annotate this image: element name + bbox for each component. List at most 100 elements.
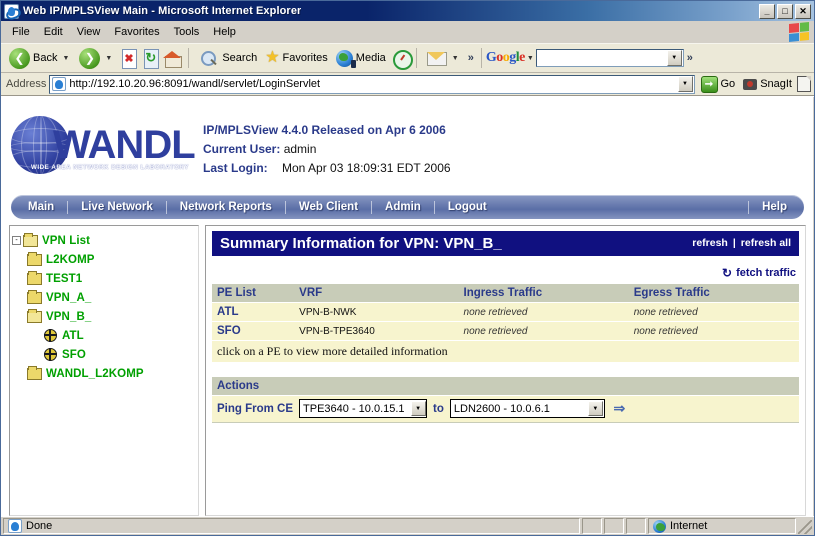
nav-item-logout[interactable]: Logout (435, 201, 500, 213)
forward-dropdown-icon[interactable]: ▼ (105, 55, 112, 62)
search-label: Search (222, 52, 258, 64)
media-button[interactable]: Media (332, 48, 390, 69)
go-button[interactable]: ➞ Go (698, 75, 739, 93)
wandl-wordmark: WANDL (53, 123, 196, 167)
history-icon[interactable] (390, 48, 413, 70)
ping-source-select[interactable]: TPE3640 - 10.0.15.1 ▼ (299, 399, 428, 418)
page-scrollbar[interactable] (813, 97, 814, 516)
table-head: PE List VRF Ingress Traffic Egress Traff… (212, 284, 799, 303)
camera-icon (743, 78, 758, 90)
minimize-button[interactable]: _ (759, 3, 775, 19)
nav-item-admin[interactable]: Admin (372, 201, 434, 213)
toolbar-separator (188, 48, 190, 68)
tree-node-test1[interactable]: TEST1 (12, 269, 196, 288)
cell-ingress: none retrieved (458, 321, 629, 341)
address-input[interactable]: http://192.10.20.96:8091/wandl/servlet/L… (49, 74, 695, 94)
back-dropdown-icon[interactable]: ▼ (62, 55, 69, 62)
menu-item-file[interactable]: File (5, 24, 37, 40)
address-dropdown-icon[interactable]: ▼ (677, 76, 693, 92)
link-separator: | (732, 237, 736, 249)
browser-window: Web IP/MPLSView Main - Microsoft Interne… (0, 0, 815, 536)
chevron-down-icon[interactable]: ▼ (410, 401, 426, 416)
snagit-button[interactable]: SnagIt (741, 78, 794, 90)
main-navigation: Main Live Network Network Reports Web Cl… (11, 195, 804, 219)
menu-item-help[interactable]: Help (206, 24, 243, 40)
table-body: ATL VPN-B-NWK none retrieved none retrie… (212, 302, 799, 363)
window-title: Web IP/MPLSView Main - Microsoft Interne… (23, 5, 302, 17)
forward-button[interactable]: ❯ ▼ (75, 46, 118, 71)
tree-node-vpn-list[interactable]: - VPN List (12, 231, 196, 250)
internet-explorer-icon (4, 3, 19, 19)
tree-node-wandl-l2komp[interactable]: WANDL_L2KOMP (12, 364, 196, 383)
mail-button[interactable]: ▼ (421, 46, 465, 71)
actions-header: Actions (212, 377, 799, 396)
security-zone-label: Internet (670, 520, 708, 532)
ping-destination-select[interactable]: LDN2600 - 10.0.6.1 ▼ (449, 399, 605, 418)
menu-item-tools[interactable]: Tools (167, 24, 207, 40)
page-title: Summary Information for VPN: VPN_B_ (220, 234, 502, 252)
snagit-label: SnagIt (760, 78, 792, 90)
google-dropdown-icon[interactable]: ▼ (527, 55, 534, 62)
app-header-info: IP/MPLSView 4.4.0 Released on Apr 6 2006… (189, 111, 451, 180)
status-cell-3 (626, 518, 646, 534)
table-row[interactable]: ATL VPN-B-NWK none retrieved none retrie… (212, 302, 799, 322)
toolbar-separator-2 (415, 48, 417, 68)
cell-pe[interactable]: SFO (212, 321, 295, 341)
current-user-line: Current User: admin (203, 142, 451, 156)
tree-label: TEST1 (46, 272, 83, 285)
menu-item-favorites[interactable]: Favorites (107, 24, 166, 40)
folder-open-icon (23, 232, 38, 247)
folder-icon (27, 289, 42, 304)
mail-dropdown-icon[interactable]: ▼ (452, 55, 459, 62)
nav-item-live-network[interactable]: Live Network (68, 201, 166, 213)
close-button[interactable]: ✕ (795, 3, 811, 19)
pe-summary-table: PE List VRF Ingress Traffic Egress Traff… (212, 284, 799, 363)
search-button[interactable]: Search (193, 46, 261, 71)
table-row[interactable]: SFO VPN-B-TPE3640 none retrieved none re… (212, 321, 799, 341)
submit-ping-icon[interactable]: ⇒ (611, 400, 628, 417)
back-button[interactable]: ❮ Back ▼ (5, 46, 75, 71)
nav-item-help[interactable]: Help (749, 201, 800, 213)
pe-node-icon (44, 348, 57, 361)
maximize-button[interactable]: □ (777, 3, 793, 19)
column-header-ingress-traffic: Ingress Traffic (458, 284, 629, 303)
refresh-icon[interactable] (140, 48, 162, 69)
fetch-traffic-link[interactable]: fetch traffic (736, 267, 796, 279)
refresh-link[interactable]: refresh (692, 237, 728, 249)
favorites-button[interactable]: ★ Favorites (261, 48, 332, 68)
google-search-input[interactable]: ▼ (535, 49, 684, 67)
toolbar-overflow-button[interactable]: » (465, 52, 477, 64)
nav-item-web-client[interactable]: Web Client (286, 201, 371, 213)
go-arrow-icon: ➞ (700, 75, 718, 93)
fetch-traffic-row[interactable]: ↻ fetch traffic (212, 256, 799, 284)
snagit-page-icon[interactable] (797, 76, 811, 92)
status-message-cell: Done (3, 518, 580, 534)
address-bar: Address http://192.10.20.96:8091/wandl/s… (1, 73, 814, 96)
chevron-down-icon[interactable]: ▼ (587, 401, 603, 416)
cell-pe[interactable]: ATL (212, 302, 295, 322)
menu-bar: File Edit View Favorites Tools Help (1, 21, 814, 43)
menu-item-edit[interactable]: Edit (37, 24, 70, 40)
tree-expander-icon[interactable]: - (12, 236, 21, 245)
tree-node-l2komp[interactable]: L2KOMP (12, 250, 196, 269)
cell-ingress: none retrieved (458, 302, 629, 322)
go-label: Go (720, 78, 736, 90)
nav-item-main[interactable]: Main (15, 201, 67, 213)
menu-item-view[interactable]: View (70, 24, 108, 40)
stop-icon[interactable] (118, 48, 140, 69)
google-overflow-button[interactable]: » (684, 52, 696, 64)
tree-node-vpn-a[interactable]: VPN_A_ (12, 288, 196, 307)
refresh-cycle-icon: ↻ (722, 266, 733, 280)
nav-item-network-reports[interactable]: Network Reports (167, 201, 285, 213)
refresh-all-link[interactable]: refresh all (741, 237, 791, 249)
ping-to-label: to (433, 402, 444, 415)
current-user-label: Current User: (203, 142, 281, 156)
vpn-tree-sidebar[interactable]: - VPN List L2KOMP TEST1 VPN_A_ VPN_B_ AT… (9, 225, 199, 516)
google-history-dropdown-icon[interactable]: ▼ (666, 50, 682, 66)
tree-node-sfo[interactable]: SFO (12, 345, 196, 364)
resize-grip[interactable] (798, 520, 812, 534)
home-icon[interactable] (162, 48, 184, 69)
tree-node-vpn-b[interactable]: VPN_B_ (12, 307, 196, 326)
star-icon: ★ (265, 49, 280, 66)
tree-node-atl[interactable]: ATL (12, 326, 196, 345)
